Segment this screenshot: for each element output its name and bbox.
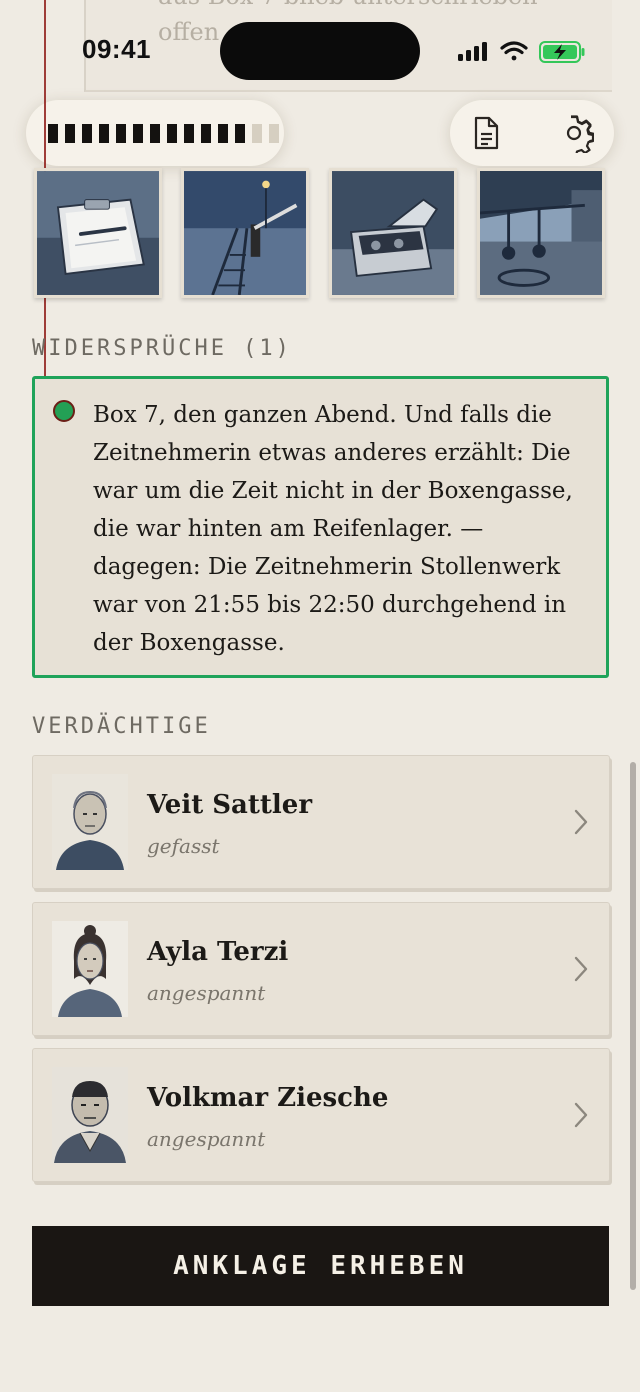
suspect-status: gefasst bbox=[147, 834, 220, 858]
pit-lane-cables-image bbox=[480, 171, 602, 295]
signal-icon bbox=[458, 42, 487, 61]
progress-segment bbox=[218, 124, 228, 143]
evidence-thumbnail-toolbox[interactable] bbox=[329, 168, 457, 298]
progress-indicator bbox=[26, 100, 284, 166]
chevron-right-icon bbox=[574, 1102, 588, 1128]
suspect-portrait bbox=[52, 1067, 128, 1163]
progress-segment bbox=[252, 124, 262, 143]
open-toolbox-image bbox=[332, 171, 454, 295]
progress-segment bbox=[82, 124, 92, 143]
progress-segment bbox=[133, 124, 143, 143]
chevron-right-icon bbox=[574, 809, 588, 835]
rail-crossing-image bbox=[184, 171, 306, 295]
header-actions bbox=[450, 100, 614, 166]
evidence-thumbnail-clipboard[interactable] bbox=[34, 168, 162, 298]
progress-segment bbox=[167, 124, 177, 143]
progress-segment bbox=[116, 124, 126, 143]
progress-segment bbox=[150, 124, 160, 143]
chevron-right-icon bbox=[574, 956, 588, 982]
suspect-name: Volkmar Ziesche bbox=[147, 1083, 389, 1113]
progress-segment bbox=[269, 124, 279, 143]
status-icons bbox=[456, 38, 588, 66]
suspect-portrait bbox=[52, 921, 128, 1017]
status-time: 09:41 bbox=[82, 34, 151, 64]
progress-segment bbox=[48, 124, 58, 143]
suspect-portrait bbox=[52, 774, 128, 870]
scrollbar[interactable] bbox=[630, 762, 636, 1290]
progress-segment bbox=[65, 124, 75, 143]
suspects-title: VERDÄCHTIGE bbox=[32, 714, 211, 739]
contradictions-title: WIDERSPRÜCHE (1) bbox=[32, 336, 292, 361]
accuse-button[interactable]: ANKLAGE ERHEBEN bbox=[32, 1226, 609, 1306]
suspect-name: Veit Sattler bbox=[147, 790, 313, 820]
battery-charging-icon bbox=[539, 41, 585, 63]
progress-segment bbox=[201, 124, 211, 143]
suspect-card-veit-sattler[interactable]: Veit Sattler gefasst bbox=[32, 755, 610, 889]
gear-icon[interactable] bbox=[554, 113, 596, 157]
progress-segment bbox=[235, 124, 245, 143]
suspect-status: angespannt bbox=[147, 1127, 266, 1151]
wifi-icon bbox=[500, 41, 528, 61]
clipboard-image bbox=[37, 171, 159, 295]
evidence-thumbnail-crossing[interactable] bbox=[181, 168, 309, 298]
evidence-thumbnail-pitlane[interactable] bbox=[477, 168, 605, 298]
contradiction-marker bbox=[53, 400, 75, 422]
suspect-status: angespannt bbox=[147, 981, 266, 1005]
contradiction-text: Box 7, den ganzen Abend. Und falls die Z… bbox=[93, 402, 573, 656]
suspect-card-ayla-terzi[interactable]: Ayla Terzi angespannt bbox=[32, 902, 610, 1036]
suspect-name: Ayla Terzi bbox=[147, 937, 289, 967]
dynamic-island bbox=[220, 22, 420, 80]
contradiction-card[interactable]: Box 7, den ganzen Abend. Und falls die Z… bbox=[32, 376, 609, 678]
progress-segment bbox=[184, 124, 194, 143]
document-icon[interactable] bbox=[466, 113, 506, 153]
suspect-card-volkmar-ziesche[interactable]: Volkmar Ziesche angespannt bbox=[32, 1048, 610, 1182]
progress-segment bbox=[99, 124, 109, 143]
